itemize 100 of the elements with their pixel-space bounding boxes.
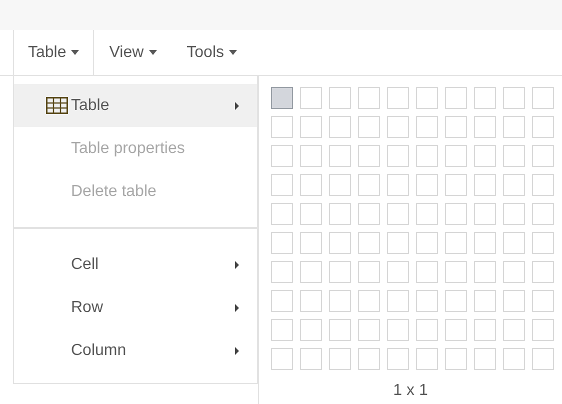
grid-cell[interactable] [474, 203, 496, 225]
grid-cell[interactable] [445, 174, 467, 196]
grid-cell[interactable] [416, 290, 438, 312]
grid-cell[interactable] [474, 319, 496, 341]
grid-cell[interactable] [300, 145, 322, 167]
grid-cell[interactable] [503, 319, 525, 341]
grid-cell[interactable] [532, 116, 554, 138]
grid-cell[interactable] [387, 261, 409, 283]
grid-cell[interactable] [300, 87, 322, 109]
grid-cell[interactable] [387, 174, 409, 196]
grid-cell[interactable] [300, 232, 322, 254]
grid-cell[interactable] [416, 348, 438, 370]
grid-cell[interactable] [503, 174, 525, 196]
grid-cell[interactable] [445, 145, 467, 167]
menu-item[interactable]: Row [14, 286, 257, 329]
grid-cell[interactable] [445, 87, 467, 109]
grid-cell[interactable] [329, 319, 351, 341]
grid-cell[interactable] [271, 203, 293, 225]
grid-cell[interactable] [474, 174, 496, 196]
grid-cell[interactable] [532, 145, 554, 167]
grid-cell[interactable] [532, 174, 554, 196]
grid-cell[interactable] [329, 174, 351, 196]
grid-cell[interactable] [300, 348, 322, 370]
grid-cell[interactable] [329, 203, 351, 225]
grid-cell[interactable] [503, 87, 525, 109]
grid-cell[interactable] [271, 232, 293, 254]
grid-cell[interactable] [300, 319, 322, 341]
grid-cell[interactable] [271, 87, 293, 109]
grid-cell[interactable] [387, 145, 409, 167]
grid-cell[interactable] [329, 116, 351, 138]
grid-cell[interactable] [416, 87, 438, 109]
grid-cell[interactable] [503, 203, 525, 225]
grid-cell[interactable] [416, 174, 438, 196]
grid-cell[interactable] [300, 174, 322, 196]
grid-cell[interactable] [358, 116, 380, 138]
grid-cell[interactable] [358, 319, 380, 341]
grid-cell[interactable] [387, 203, 409, 225]
grid-cell[interactable] [358, 261, 380, 283]
menubar-item[interactable]: Tools [172, 30, 252, 75]
grid-cell[interactable] [503, 261, 525, 283]
grid-cell[interactable] [387, 348, 409, 370]
grid-cell[interactable] [358, 203, 380, 225]
grid-cell[interactable] [474, 261, 496, 283]
grid-cell[interactable] [358, 174, 380, 196]
grid-cell[interactable] [416, 145, 438, 167]
grid-cell[interactable] [532, 348, 554, 370]
grid-cell[interactable] [445, 261, 467, 283]
grid-cell[interactable] [503, 290, 525, 312]
grid-cell[interactable] [300, 116, 322, 138]
grid-cell[interactable] [387, 232, 409, 254]
menu-item[interactable]: Table [14, 84, 257, 127]
grid-cell[interactable] [358, 145, 380, 167]
grid-cell[interactable] [329, 87, 351, 109]
grid-cell[interactable] [445, 348, 467, 370]
grid-cell[interactable] [503, 232, 525, 254]
grid-cell[interactable] [445, 203, 467, 225]
grid-cell[interactable] [445, 116, 467, 138]
grid-cell[interactable] [474, 232, 496, 254]
grid-cell[interactable] [271, 290, 293, 312]
grid-cell[interactable] [387, 87, 409, 109]
grid-cell[interactable] [532, 319, 554, 341]
grid-cell[interactable] [329, 261, 351, 283]
menubar-item[interactable]: Table [13, 30, 94, 75]
grid-cell[interactable] [532, 203, 554, 225]
grid-cell[interactable] [329, 348, 351, 370]
grid-cell[interactable] [474, 145, 496, 167]
grid-cell[interactable] [474, 348, 496, 370]
menu-item[interactable]: Column [14, 329, 257, 372]
grid-cell[interactable] [271, 174, 293, 196]
menubar-item[interactable]: View [94, 30, 172, 75]
grid-cell[interactable] [300, 261, 322, 283]
grid-cell[interactable] [329, 290, 351, 312]
grid-cell[interactable] [358, 232, 380, 254]
grid-cell[interactable] [445, 290, 467, 312]
grid-cell[interactable] [329, 232, 351, 254]
grid-cell[interactable] [474, 87, 496, 109]
grid-cell[interactable] [474, 290, 496, 312]
grid-cell[interactable] [271, 116, 293, 138]
grid-cell[interactable] [416, 232, 438, 254]
grid-cell[interactable] [300, 290, 322, 312]
grid-cell[interactable] [503, 145, 525, 167]
grid-cell[interactable] [532, 232, 554, 254]
grid-cell[interactable] [532, 261, 554, 283]
grid-cell[interactable] [387, 116, 409, 138]
grid-cell[interactable] [445, 232, 467, 254]
grid-cell[interactable] [416, 319, 438, 341]
grid-cell[interactable] [271, 261, 293, 283]
grid-cell[interactable] [358, 87, 380, 109]
grid-cell[interactable] [271, 348, 293, 370]
grid-cell[interactable] [532, 87, 554, 109]
grid-cell[interactable] [387, 319, 409, 341]
grid-cell[interactable] [358, 348, 380, 370]
grid-cell[interactable] [416, 261, 438, 283]
grid-cell[interactable] [271, 145, 293, 167]
grid-cell[interactable] [532, 290, 554, 312]
grid-cell[interactable] [503, 116, 525, 138]
grid-cell[interactable] [387, 290, 409, 312]
grid-cell[interactable] [503, 348, 525, 370]
grid-cell[interactable] [329, 145, 351, 167]
grid-cell[interactable] [445, 319, 467, 341]
